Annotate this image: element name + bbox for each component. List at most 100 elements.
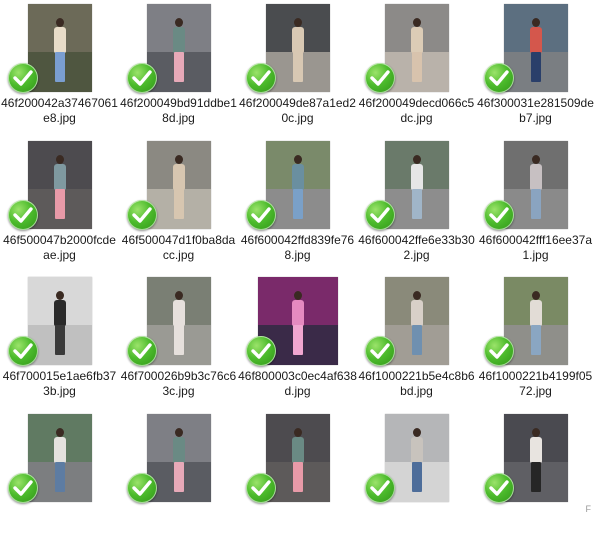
green-checkmark-icon: [365, 473, 395, 503]
file-item[interactable]: [238, 410, 357, 538]
file-name: 46f200042a37467061e8.jpg: [1, 96, 118, 125]
file-item[interactable]: [476, 410, 595, 538]
file-item[interactable]: 46f600042fff16ee37a1.jpg: [476, 137, 595, 265]
photo-figure-legs: [530, 325, 541, 355]
photo-figure-body: [172, 27, 185, 53]
file-name: 46f600042ffe6e33b302.jpg: [358, 233, 475, 262]
file-name: 46f500047d1f0ba8dacc.jpg: [121, 233, 236, 262]
green-checkmark-icon: [365, 336, 395, 366]
file-item[interactable]: 46f200049bd91ddbe18d.jpg: [119, 0, 238, 128]
photo-figure-head: [55, 18, 64, 27]
photo-figure-head: [55, 291, 64, 300]
photo-figure-body: [410, 300, 423, 326]
green-checkmark-icon: [365, 63, 395, 93]
green-checkmark-icon: [8, 63, 38, 93]
file-item[interactable]: 46f500047b2000fcdeae.jpg: [0, 137, 119, 265]
green-checkmark-icon: [127, 63, 157, 93]
photo-figure-head: [531, 18, 540, 27]
photo-figure-legs: [530, 189, 541, 219]
green-checkmark-icon: [8, 200, 38, 230]
photo-figure-head: [174, 18, 183, 27]
photo-figure-head: [293, 291, 302, 300]
photo-figure-body: [410, 437, 423, 463]
photo-figure-body: [53, 164, 66, 190]
green-checkmark-icon: [8, 473, 38, 503]
file-item[interactable]: 46f200049de87a1ed20c.jpg: [238, 0, 357, 128]
photo-figure-body: [529, 27, 542, 53]
photo-figure-head: [174, 155, 183, 164]
file-item[interactable]: [119, 410, 238, 538]
file-name: 46f500047b2000fcdeae.jpg: [3, 233, 116, 262]
photo-figure-head: [531, 155, 540, 164]
photo-figure-legs: [292, 462, 303, 492]
file-item[interactable]: 46f200049decd066c5dc.jpg: [357, 0, 476, 128]
photo-figure-legs: [530, 52, 541, 82]
photo-figure-body: [53, 27, 66, 53]
photo-figure-body: [529, 437, 542, 463]
photo-figure-legs: [54, 52, 65, 82]
file-item[interactable]: 46f300031e281509deb7.jpg: [476, 0, 595, 128]
file-item[interactable]: [0, 410, 119, 538]
photo-figure-body: [53, 300, 66, 326]
file-name: 46f200049de87a1ed20c.jpg: [239, 96, 356, 125]
green-checkmark-icon: [484, 200, 514, 230]
photo-figure-body: [529, 164, 542, 190]
photo-figure-head: [293, 428, 302, 437]
file-item[interactable]: 46f700015e1ae6fb373b.jpg: [0, 273, 119, 401]
photo-figure-legs: [54, 325, 65, 355]
photo-figure-body: [291, 27, 304, 53]
photo-figure-body: [410, 27, 423, 53]
green-checkmark-icon: [484, 473, 514, 503]
photo-figure-legs: [173, 325, 184, 355]
photo-figure-body: [529, 300, 542, 326]
file-name: 46f600042ffd839fe768.jpg: [240, 233, 355, 262]
green-checkmark-icon: [246, 473, 276, 503]
file-item[interactable]: 46f700026b9b3c76c63c.jpg: [119, 273, 238, 401]
file-name: 46f800003c0ec4af638d.jpg: [238, 369, 357, 398]
photo-figure-body: [53, 437, 66, 463]
photo-figure-head: [412, 291, 421, 300]
photo-figure-head: [412, 18, 421, 27]
corner-mark: F: [585, 504, 592, 514]
photo-figure-legs: [411, 325, 422, 355]
file-item[interactable]: 46f600042ffe6e33b302.jpg: [357, 137, 476, 265]
file-name: 46f600042fff16ee37a1.jpg: [478, 233, 592, 262]
file-item[interactable]: 46f1000221b5e4c8b6bd.jpg: [357, 273, 476, 401]
photo-figure-legs: [411, 189, 422, 219]
photo-figure-head: [55, 155, 64, 164]
green-checkmark-icon: [8, 336, 38, 366]
photo-figure-legs: [54, 462, 65, 492]
photo-figure-body: [291, 164, 304, 190]
photo-figure-legs: [173, 189, 184, 219]
photo-figure-body: [172, 300, 185, 326]
photo-figure-body: [172, 437, 185, 463]
green-checkmark-icon: [484, 336, 514, 366]
photo-figure-head: [531, 428, 540, 437]
photo-figure-legs: [411, 52, 422, 82]
file-item[interactable]: 46f500047d1f0ba8dacc.jpg: [119, 137, 238, 265]
photo-figure-body: [410, 164, 423, 190]
green-checkmark-icon: [246, 63, 276, 93]
file-name: 46f200049bd91ddbe18d.jpg: [120, 96, 237, 125]
photo-figure-legs: [173, 462, 184, 492]
file-item[interactable]: 46f1000221b4199f0572.jpg: [476, 273, 595, 401]
file-item[interactable]: 46f800003c0ec4af638d.jpg: [238, 273, 357, 401]
photo-figure-legs: [173, 52, 184, 82]
photo-figure-legs: [530, 462, 541, 492]
photo-figure-head: [174, 291, 183, 300]
file-item[interactable]: 46f600042ffd839fe768.jpg: [238, 137, 357, 265]
green-checkmark-icon: [127, 336, 157, 366]
photo-figure-head: [293, 18, 302, 27]
photo-figure-head: [531, 291, 540, 300]
green-checkmark-icon: [127, 473, 157, 503]
photo-figure-head: [293, 155, 302, 164]
file-item[interactable]: [357, 410, 476, 538]
photo-figure-legs: [292, 52, 303, 82]
photo-figure-body: [172, 164, 185, 190]
green-checkmark-icon: [484, 63, 514, 93]
file-name: 46f700026b9b3c76c63c.jpg: [120, 369, 237, 398]
file-item[interactable]: 46f200042a37467061e8.jpg: [0, 0, 119, 128]
photo-figure-body: [291, 300, 304, 326]
photo-figure-head: [55, 428, 64, 437]
green-checkmark-icon: [246, 200, 276, 230]
